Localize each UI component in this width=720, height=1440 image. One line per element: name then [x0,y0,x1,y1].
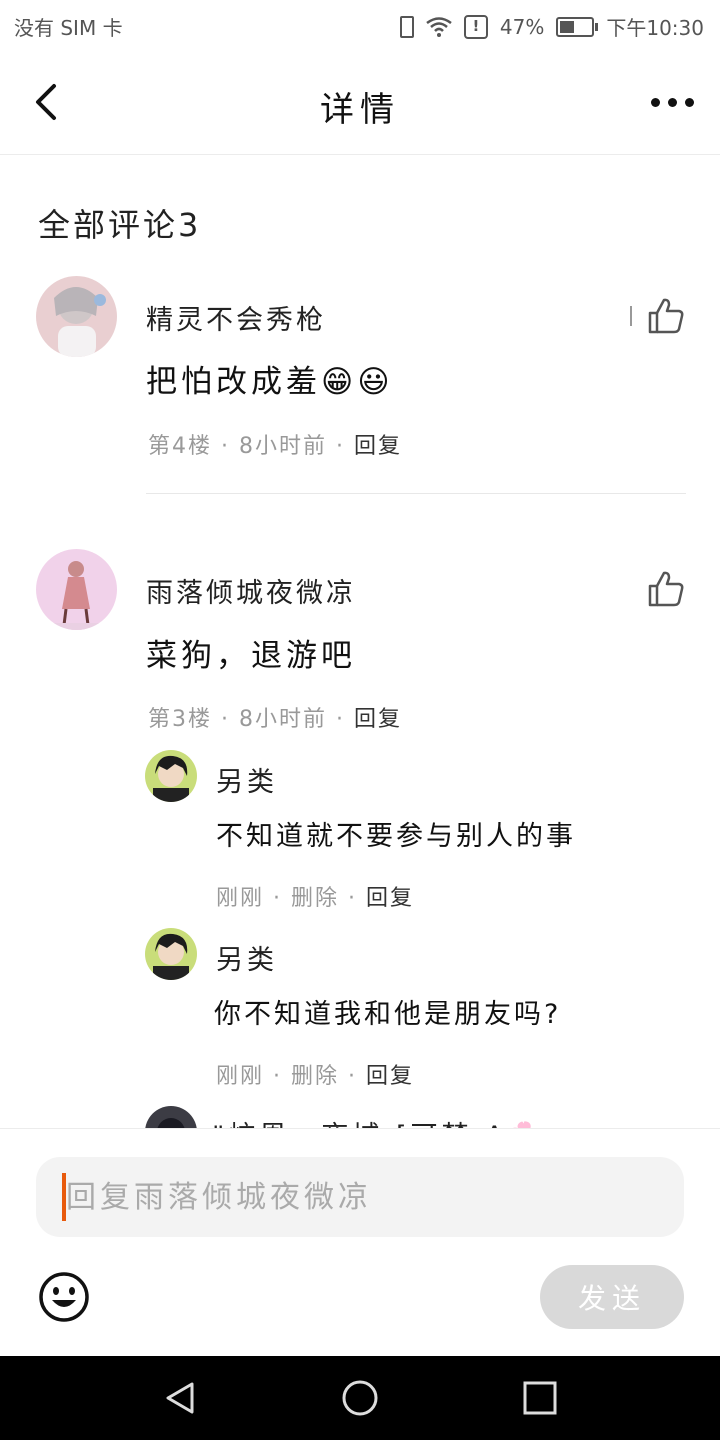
nav-recents-icon[interactable] [522,1380,558,1416]
reply-meta: 刚刚 · 删除 · 回复 [216,880,414,912]
clock: 下午10:30 [606,16,704,40]
thumbs-up-icon[interactable] [646,296,686,336]
reply-author[interactable]: "炫恩，夜城 [可梦 A🌸 [212,1114,545,1128]
reply-button[interactable]: 回复 [366,1064,414,1089]
comment-author[interactable]: 雨落倾城夜微凉 [146,571,356,610]
meta-dot: · [273,1064,292,1089]
avatar[interactable] [36,549,117,630]
avatar[interactable] [145,928,197,980]
nav-back-icon[interactable] [162,1380,198,1416]
reply-meta: 刚刚 · 删除 · 回复 [216,1058,414,1090]
meta-dot: · [336,434,354,459]
floor-label: 第4楼 [148,434,212,459]
time-label: 8小时前 [239,434,327,459]
avatar[interactable] [36,276,117,357]
alert-icon: ! [463,14,488,39]
nav-home-icon[interactable] [340,1378,380,1418]
avatar[interactable] [145,750,197,802]
comment-content: 菜狗，退游吧 [146,638,356,674]
time-label: 8小时前 [239,707,327,732]
like-separator [630,306,632,326]
thumbs-up-icon[interactable] [646,569,686,609]
comments-section-title: 全部评论3 [38,206,202,244]
reply-author[interactable]: 另类 [216,760,278,799]
delete-button[interactable]: 删除 [291,886,339,911]
meta-dot: · [273,886,292,911]
battery-icon [556,16,599,37]
page-title: 详情 [320,90,400,130]
meta-dot: · [336,707,354,732]
text-caret [62,1173,66,1221]
battery-fill [560,20,575,33]
meta-dot: · [348,886,367,911]
status-bar: 没有 SIM 卡 ! 47% 下午10:30 [0,0,720,52]
time-label: 刚刚 [216,1064,265,1089]
floor-label: 第3楼 [148,707,212,732]
avatar[interactable] [145,1106,197,1128]
reply-button[interactable]: 回复 [354,434,402,459]
meta-dot: · [348,1064,367,1089]
send-button[interactable]: 发送 [540,1265,684,1329]
meta-dot: · [221,707,239,732]
wifi-icon [426,16,452,37]
more-horizontal-icon[interactable] [651,98,694,107]
comment-author[interactable]: 精灵不会秀枪 [146,298,326,337]
reply-button[interactable]: 回复 [354,707,402,732]
comment-content: 把怕改成羞😁😃 [146,364,394,400]
comment-divider [146,493,686,494]
system-navigation-bar [0,1356,720,1440]
carrier-text: 没有 SIM 卡 [14,16,123,40]
reply-content: 不知道就不要参与别人的事 [216,821,576,852]
smiley-icon[interactable] [38,1271,90,1323]
reply-author[interactable]: 另类 [216,938,278,977]
time-label: 刚刚 [216,886,265,911]
reply-input[interactable] [36,1157,684,1237]
vibrate-icon [399,15,414,38]
comment-meta: 第4楼 · 8小时前 · 回复 [148,428,402,460]
comment-meta: 第3楼 · 8小时前 · 回复 [148,701,402,733]
top-app-bar: 详情 [0,52,720,155]
battery-percent: 47% [499,14,545,39]
meta-dot: · [221,434,239,459]
delete-button[interactable]: 删除 [291,1064,339,1089]
status-icons: ! 47% 下午10:30 [399,12,704,41]
reply-content: 你不知道我和他是朋友吗? [214,999,562,1030]
clipped-reply: "炫恩，夜城 [可梦 A🌸 [0,1100,720,1128]
composer: 发送 [0,1129,720,1356]
reply-button[interactable]: 回复 [366,886,414,911]
